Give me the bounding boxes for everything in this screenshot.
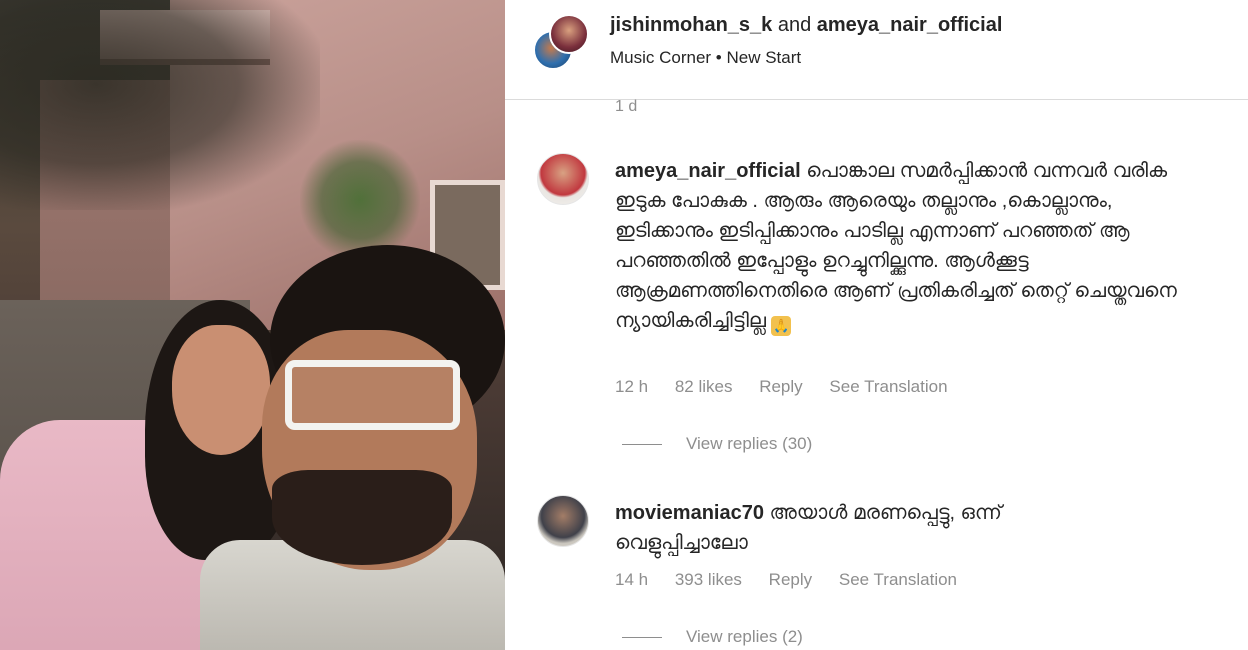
view-replies-button[interactable]: View replies (2) [622,627,803,647]
see-translation-button[interactable]: See Translation [829,377,947,396]
divider-line-icon [622,636,662,638]
photo-person-man-beard [272,470,452,565]
post-audio-subtitle[interactable]: Music Corner • New Start [610,48,801,68]
comment-username[interactable]: ameya_nair_official [615,160,801,182]
photo-person-woman-face [172,325,270,455]
author-username-2[interactable]: ameya_nair_official [817,14,1003,36]
see-translation-button[interactable]: See Translation [839,570,957,589]
comment-likes[interactable]: 393 likes [675,570,742,589]
comments-panel: jishinmohan_s_k and ameya_nair_official … [505,0,1248,650]
user-avatar-icon[interactable] [537,495,589,547]
user-avatar-icon[interactable] [537,153,589,205]
header-avatars[interactable] [533,14,589,70]
comment-body: ameya_nair_official പൊങ്കാല സമർപ്പിക്കാൻ… [615,156,1215,336]
comment-text: പൊങ്കാല സമർപ്പിക്കാൻ വന്നവർ വരിക ഇടുക പോ… [615,160,1177,332]
reply-button[interactable]: Reply [759,377,802,396]
view-replies-label: View replies (30) [686,434,813,453]
photo-tree [0,0,320,210]
comment-meta: 12 h 82 likes Reply See Translation [615,377,970,397]
reply-button[interactable]: Reply [769,570,812,589]
comment-meta: 14 h 393 likes Reply See Translation [615,570,979,590]
post-authors: jishinmohan_s_k and ameya_nair_official [610,14,1002,37]
post-header: jishinmohan_s_k and ameya_nair_official … [505,0,1248,100]
photo-leaves [300,140,420,260]
comment-username[interactable]: moviemaniac70 [615,502,764,524]
authors-connector: and [772,14,817,36]
previous-comment-time: 1 d [615,98,638,115]
user-avatar-icon[interactable] [549,14,589,54]
comment-time: 14 h [615,570,649,589]
view-replies-label: View replies (2) [686,627,803,646]
comment-body: moviemaniac70 അയാൾ മരണപ്പെട്ടു, ഒന്ന് വെ… [615,498,1115,558]
comment-likes[interactable]: 82 likes [675,377,733,396]
author-username-1[interactable]: jishinmohan_s_k [610,14,772,36]
praying-hands-emoji-icon: 🙏 [771,316,792,336]
comment-time: 12 h [615,377,649,396]
post-photo[interactable] [0,0,505,650]
divider-line-icon [622,443,662,445]
view-replies-button[interactable]: View replies (30) [622,434,812,454]
photo-glasses [285,360,460,430]
